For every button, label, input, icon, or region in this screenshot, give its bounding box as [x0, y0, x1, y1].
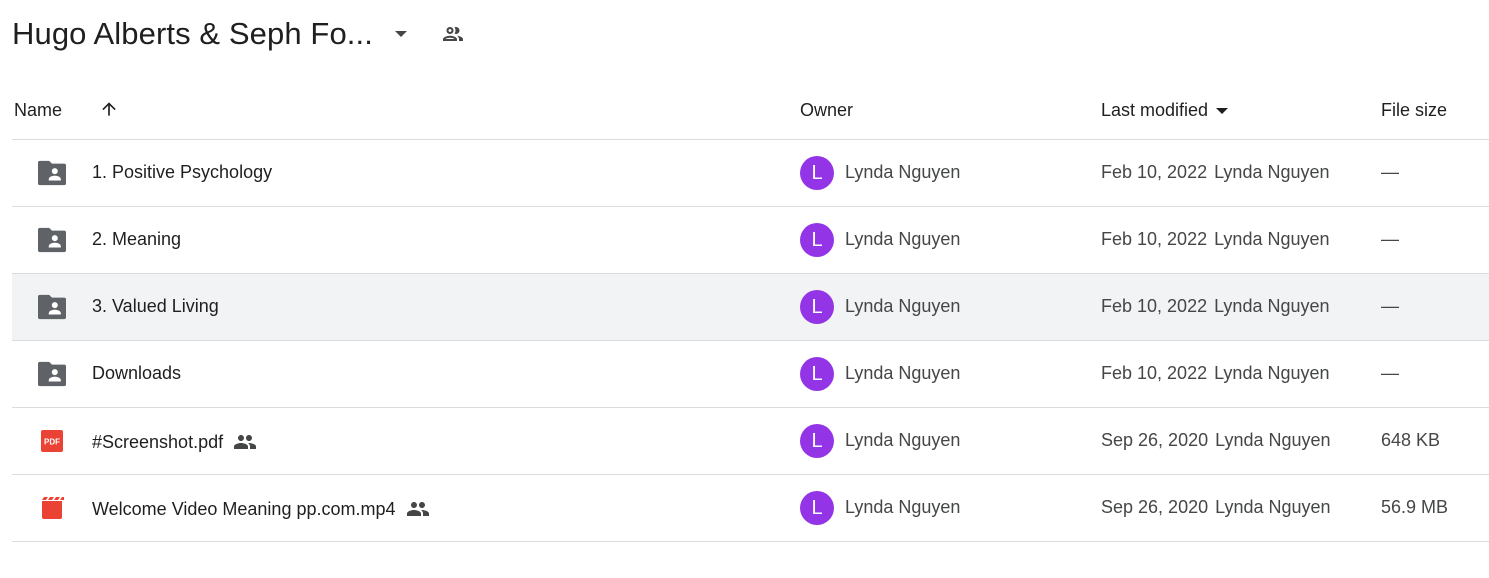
file-size: 648 KB: [1381, 430, 1441, 450]
avatar[interactable]: L: [800, 424, 834, 458]
video-icon: [38, 496, 66, 520]
svg-text:PDF: PDF: [44, 438, 60, 447]
file-name-cell[interactable]: 1. Positive Psychology: [92, 162, 272, 183]
modified-date: Sep 26, 2020: [1101, 430, 1209, 450]
owner-name: Lynda Nguyen: [845, 363, 961, 383]
modified-by: Lynda Nguyen: [1214, 296, 1330, 316]
shared-folder-icon: [38, 160, 66, 186]
arrow-up-icon[interactable]: [98, 98, 120, 120]
table-row[interactable]: 1. Positive Psychology L Lynda Nguyen Fe…: [12, 140, 1489, 207]
table-row[interactable]: Welcome Video Meaning pp.com.mp4 L Lynda…: [12, 475, 1489, 542]
avatar[interactable]: L: [800, 156, 834, 190]
modified-date: Feb 10, 2022: [1101, 229, 1208, 249]
last-modified-cell: Feb 10, 2022 Lynda Nguyen: [1101, 229, 1330, 250]
owner-name: Lynda Nguyen: [845, 162, 961, 182]
column-header-last-modified-label: Last modified: [1101, 100, 1209, 120]
avatar[interactable]: L: [800, 491, 834, 525]
modified-date: Sep 26, 2020: [1101, 497, 1209, 517]
avatar[interactable]: L: [800, 223, 834, 257]
file-name-cell[interactable]: #Screenshot.pdf: [92, 430, 257, 454]
table-row[interactable]: 2. Meaning L Lynda Nguyen Feb 10, 2022 Ly…: [12, 207, 1489, 274]
avatar[interactable]: L: [800, 290, 834, 324]
caret-down-icon: [1216, 107, 1229, 114]
people-icon: [406, 497, 430, 521]
avatar[interactable]: L: [800, 357, 834, 391]
column-header-file-size[interactable]: File size: [1381, 100, 1447, 121]
file-name-cell[interactable]: 2. Meaning: [92, 229, 181, 250]
table-row[interactable]: Downloads L Lynda Nguyen Feb 10, 2022 Lyn…: [12, 341, 1489, 408]
file-name: 3. Valued Living: [92, 296, 219, 316]
modified-date: Feb 10, 2022: [1101, 296, 1208, 316]
column-header-name[interactable]: Name: [14, 100, 62, 121]
file-size: 56.9 MB: [1381, 497, 1449, 517]
modified-date: Feb 10, 2022: [1101, 363, 1208, 383]
shared-folder-icon: [38, 361, 66, 387]
modified-date: Feb 10, 2022: [1101, 162, 1208, 182]
owner-name: Lynda Nguyen: [845, 296, 961, 316]
caret-down-icon[interactable]: [387, 20, 415, 48]
people-icon: [233, 430, 257, 454]
table-header: Name Owner Last modified File size: [12, 86, 1489, 140]
file-name: Welcome Video Meaning pp.com.mp4: [92, 498, 396, 519]
file-name-cell[interactable]: 3. Valued Living: [92, 296, 219, 317]
file-name: #Screenshot.pdf: [92, 431, 224, 452]
file-list: 1. Positive Psychology L Lynda Nguyen Fe…: [12, 140, 1489, 542]
file-name: 1. Positive Psychology: [92, 162, 273, 182]
file-name-cell[interactable]: Downloads: [92, 363, 181, 384]
owner-name: Lynda Nguyen: [845, 497, 961, 517]
file-size: —: [1381, 296, 1399, 316]
file-name: Downloads: [92, 363, 182, 383]
people-outline-icon[interactable]: [439, 20, 467, 48]
last-modified-cell: Feb 10, 2022 Lynda Nguyen: [1101, 162, 1330, 183]
shared-folder-icon: [38, 227, 66, 253]
owner-name: Lynda Nguyen: [845, 229, 961, 249]
folder-title[interactable]: Hugo Alberts & Seph Fo...: [12, 16, 373, 52]
modified-by: Lynda Nguyen: [1215, 497, 1331, 517]
file-name-cell[interactable]: Welcome Video Meaning pp.com.mp4: [92, 497, 430, 521]
file-size: —: [1381, 363, 1399, 383]
modified-by: Lynda Nguyen: [1214, 363, 1330, 383]
table-row[interactable]: 3. Valued Living L Lynda Nguyen Feb 10, …: [12, 274, 1489, 341]
column-header-last-modified[interactable]: Last modified: [1101, 100, 1229, 121]
shared-folder-icon: [38, 294, 66, 320]
last-modified-cell: Sep 26, 2020 Lynda Nguyen: [1101, 430, 1331, 451]
table-row[interactable]: PDF #Screenshot.pdf L Lynda Nguyen Sep 2…: [12, 408, 1489, 475]
file-name: 2. Meaning: [92, 229, 182, 249]
column-header-owner[interactable]: Owner: [800, 100, 853, 121]
pdf-icon: PDF: [38, 429, 66, 453]
modified-by: Lynda Nguyen: [1215, 430, 1331, 450]
header: Hugo Alberts & Seph Fo...: [12, 14, 467, 54]
file-size: —: [1381, 229, 1399, 249]
last-modified-cell: Sep 26, 2020 Lynda Nguyen: [1101, 497, 1331, 518]
modified-by: Lynda Nguyen: [1214, 229, 1330, 249]
modified-by: Lynda Nguyen: [1214, 162, 1330, 182]
last-modified-cell: Feb 10, 2022 Lynda Nguyen: [1101, 363, 1330, 384]
file-size: —: [1381, 162, 1399, 182]
last-modified-cell: Feb 10, 2022 Lynda Nguyen: [1101, 296, 1330, 317]
file-table: Name Owner Last modified File size 1. Po…: [12, 86, 1489, 542]
owner-name: Lynda Nguyen: [845, 430, 961, 450]
